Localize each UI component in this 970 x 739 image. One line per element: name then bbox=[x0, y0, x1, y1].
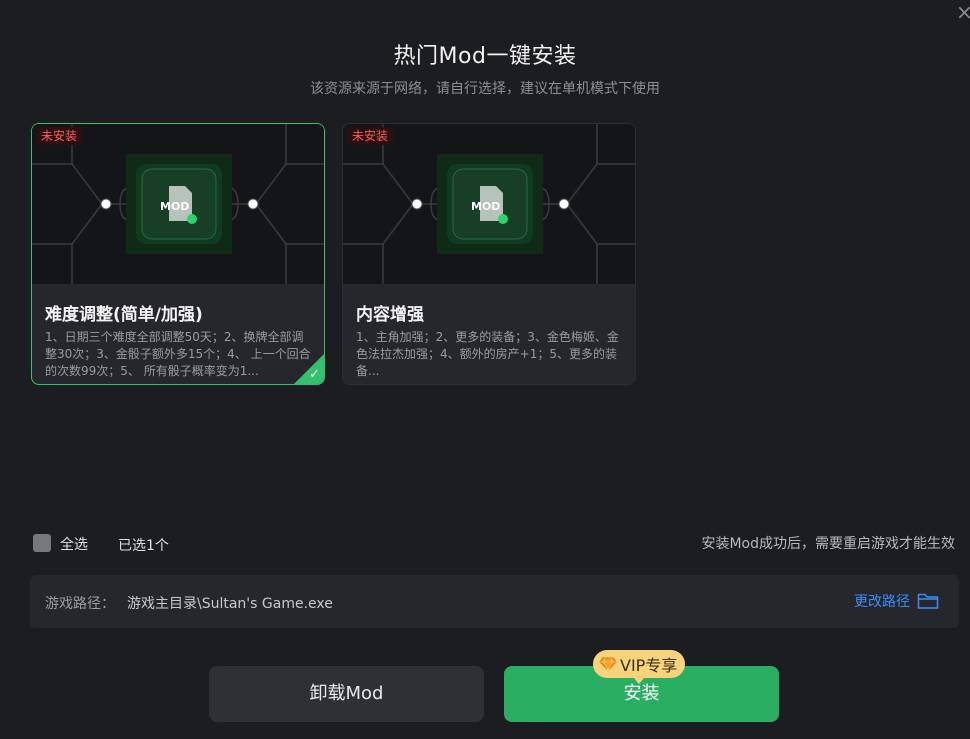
change-path-button[interactable]: 更改路径 bbox=[854, 589, 939, 613]
mod-card-content[interactable]: MOD 未安装 内容增强 1、主角加强；2、更多的装备；3、金色梅姬、金色法拉杰… bbox=[342, 123, 636, 385]
vip-badge: VIP专享 bbox=[593, 650, 686, 684]
svg-text:MOD: MOD bbox=[471, 200, 500, 213]
mod-card-image: MOD bbox=[32, 124, 324, 284]
check-icon: ✓ bbox=[309, 367, 320, 382]
select-all-checkbox[interactable] bbox=[33, 534, 51, 552]
dialog-title: 热门Mod一键安装 bbox=[393, 44, 577, 69]
path-label: 游戏路径： bbox=[45, 596, 115, 612]
path-value: 游戏主目录\Sultan's Game.exe bbox=[127, 596, 333, 612]
mod-card-difficulty[interactable]: MOD 未安装 难度调整(简单/加强) 1、日期三个难度全部调整50天；2、换牌… bbox=[31, 123, 325, 385]
mod-title: 难度调整(简单/加强) bbox=[45, 305, 203, 325]
diamond-icon bbox=[599, 657, 617, 671]
restart-hint: 安装Mod成功后，需要重启游戏才能生效 bbox=[701, 536, 955, 552]
game-path-bar: 游戏路径： 游戏主目录\Sultan's Game.exe 更改路径 bbox=[30, 575, 959, 628]
select-all-label[interactable]: 全选 bbox=[60, 534, 88, 554]
svg-text:MOD: MOD bbox=[160, 200, 189, 213]
mod-description: 1、日期三个难度全部调整50天；2、换牌全部调整30次；3、金骰子额外多15个；… bbox=[45, 330, 311, 378]
mod-description: 1、主角加强；2、更多的装备；3、金色梅姬、金色法拉杰加强；4、额外的房产+1；… bbox=[356, 330, 619, 378]
folder-icon bbox=[917, 593, 939, 609]
dialog-subtitle: 该资源来源于网络，请自行选择，建议在单机模式下使用 bbox=[310, 81, 660, 97]
uninstall-mod-button[interactable]: 卸载Mod bbox=[209, 666, 484, 722]
mod-card-image: MOD bbox=[343, 124, 635, 284]
change-path-label: 更改路径 bbox=[854, 594, 910, 610]
status-badge: 未安装 bbox=[347, 127, 394, 145]
mod-title: 内容增强 bbox=[356, 305, 424, 325]
vip-badge-label: VIP专享 bbox=[620, 656, 678, 675]
status-badge: 未安装 bbox=[36, 127, 83, 145]
selected-count: 已选1个 bbox=[118, 538, 169, 554]
close-icon[interactable]: × bbox=[956, 2, 970, 22]
